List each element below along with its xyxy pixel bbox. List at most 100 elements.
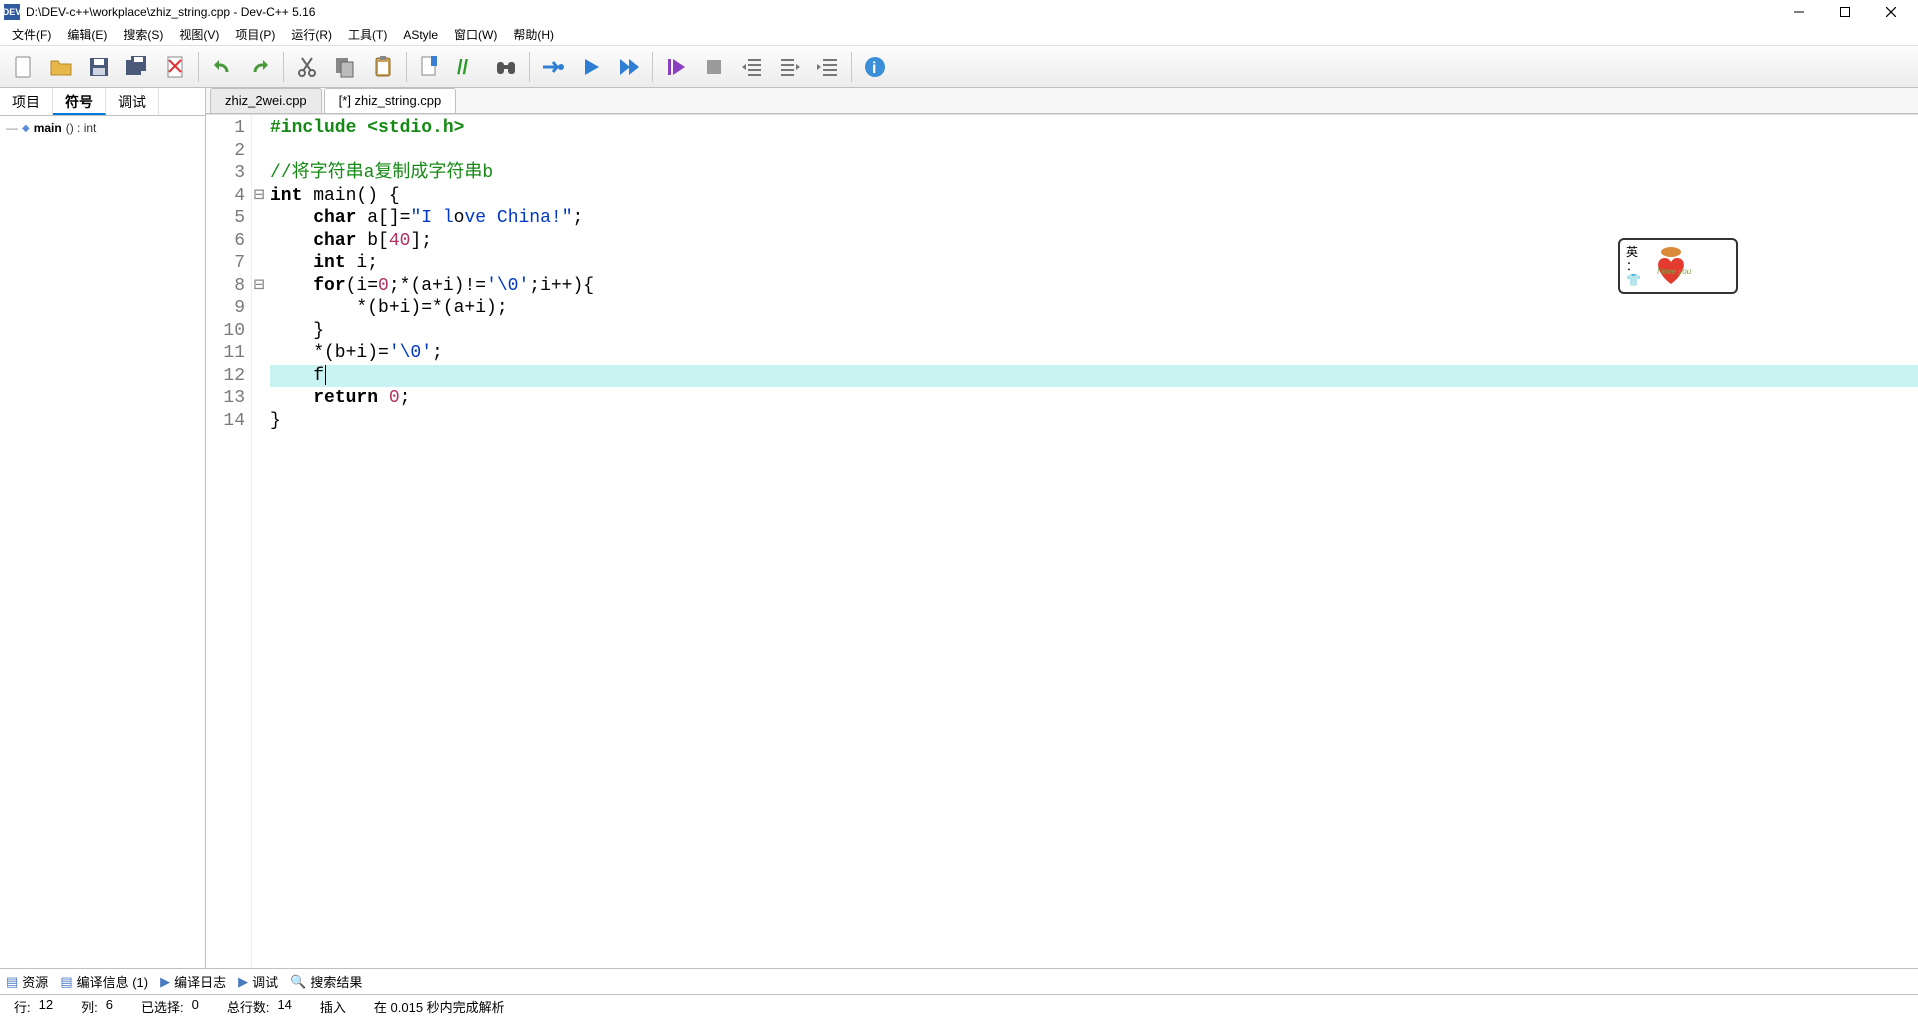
title-bar: DEV D:\DEV-c++\workplace\zhiz_string.cpp…	[0, 0, 1918, 24]
status-sel: 0	[192, 997, 199, 1016]
tree-node-main[interactable]: — ◆ main () : int	[6, 120, 199, 136]
bottom-tab-1[interactable]: ▤ 编译信息 (1)	[60, 972, 148, 991]
menu-bar: 文件(F)编辑(E)搜索(S)视图(V)项目(P)运行(R)工具(T)AStyl…	[0, 24, 1918, 46]
bookmark-icon[interactable]	[411, 48, 449, 86]
paste-icon[interactable]	[364, 48, 402, 86]
bottom-tab-icon: ▶	[160, 974, 170, 990]
compile-icon[interactable]	[534, 48, 572, 86]
toolbar-separator	[529, 52, 530, 82]
status-col-label: 列:	[81, 997, 98, 1016]
menu-item-2[interactable]: 搜索(S)	[115, 24, 171, 45]
file-tabs: zhiz_2wei.cpp[*] zhiz_string.cpp	[206, 88, 1918, 114]
file-tab-1[interactable]: [*] zhiz_string.cpp	[324, 88, 457, 113]
function-icon: ◆	[22, 123, 30, 134]
status-bar: 行:12 列:6 已选择:0 总行数:14 插入 在 0.015 秒内完成解析	[0, 994, 1918, 1018]
comment-icon[interactable]: //	[449, 48, 487, 86]
code-line-1[interactable]: #include <stdio.h>	[270, 117, 1918, 140]
bottom-tab-label: 搜索结果	[310, 972, 362, 991]
status-col: 6	[106, 997, 113, 1016]
menu-item-3[interactable]: 视图(V)	[171, 24, 227, 45]
tree-node-name: main	[34, 121, 62, 135]
bottom-tab-icon: 🔍	[290, 974, 306, 990]
code-line-4[interactable]: int main() {	[270, 185, 1918, 208]
bottom-tab-icon: ▤	[6, 974, 18, 990]
close-button[interactable]	[1868, 0, 1914, 24]
heart-icon: I love you	[1647, 244, 1695, 288]
redo-icon[interactable]	[241, 48, 279, 86]
app-icon: DEV	[4, 4, 20, 20]
toolbar-separator	[851, 52, 852, 82]
indent-icon[interactable]	[809, 48, 847, 86]
side-tab-2[interactable]: 调试	[106, 88, 159, 115]
cut-icon[interactable]	[288, 48, 326, 86]
menu-item-4[interactable]: 项目(P)	[227, 24, 283, 45]
compile-run-icon[interactable]	[610, 48, 648, 86]
new-file-icon[interactable]	[4, 48, 42, 86]
stop-icon[interactable]	[695, 48, 733, 86]
ime-indicator[interactable]: 英 ： 👕 I love you	[1618, 238, 1738, 294]
menu-item-1[interactable]: 编辑(E)	[59, 24, 115, 45]
undo-icon[interactable]	[203, 48, 241, 86]
ime-text: 英 ： 👕	[1626, 245, 1641, 287]
status-row: 12	[39, 997, 53, 1016]
code-line-10[interactable]: }	[270, 320, 1918, 343]
menu-item-8[interactable]: 窗口(W)	[446, 24, 505, 45]
code-line-14[interactable]: }	[270, 410, 1918, 433]
menu-item-7[interactable]: AStyle	[395, 26, 446, 44]
status-total-label: 总行数:	[227, 997, 270, 1016]
file-tab-0[interactable]: zhiz_2wei.cpp	[210, 88, 322, 113]
bottom-tab-label: 调试	[252, 972, 278, 991]
code-line-5[interactable]: char a[]="I love China!";	[270, 207, 1918, 230]
maximize-button[interactable]	[1822, 0, 1868, 24]
side-tab-0[interactable]: 项目	[0, 88, 53, 115]
tree-twisty-icon: —	[6, 121, 18, 135]
window-title: D:\DEV-c++\workplace\zhiz_string.cpp - D…	[26, 5, 1776, 19]
run-icon[interactable]	[572, 48, 610, 86]
menu-item-9[interactable]: 帮助(H)	[505, 24, 562, 45]
bottom-tab-label: 编译信息 (1)	[77, 972, 149, 991]
save-icon[interactable]	[80, 48, 118, 86]
code-line-9[interactable]: *(b+i)=*(a+i);	[270, 297, 1918, 320]
find-icon[interactable]	[487, 48, 525, 86]
toolbar-separator	[198, 52, 199, 82]
code-line-11[interactable]: *(b+i)='\0';	[270, 342, 1918, 365]
svg-text:i: i	[872, 60, 876, 77]
code-line-3[interactable]: //将字符串a复制成字符串b	[270, 162, 1918, 185]
bottom-tab-icon: ▶	[238, 974, 248, 990]
tree-node-signature: () : int	[66, 121, 97, 135]
side-panel: 项目符号调试 — ◆ main () : int	[0, 88, 206, 968]
toolbar-separator	[283, 52, 284, 82]
save-all-icon[interactable]	[118, 48, 156, 86]
bottom-tab-label: 编译日志	[174, 972, 226, 991]
debug-icon[interactable]	[657, 48, 695, 86]
code-line-12[interactable]: f	[270, 365, 1918, 388]
about-icon[interactable]: i	[856, 48, 894, 86]
side-panel-tabs: 项目符号调试	[0, 88, 205, 116]
code-line-13[interactable]: return 0;	[270, 387, 1918, 410]
indent-more-icon[interactable]	[771, 48, 809, 86]
bottom-tab-0[interactable]: ▤资源	[6, 972, 48, 991]
menu-item-0[interactable]: 文件(F)	[4, 24, 59, 45]
indent-less-icon[interactable]	[733, 48, 771, 86]
close-file-icon[interactable]	[156, 48, 194, 86]
status-row-label: 行:	[14, 997, 31, 1016]
toolbar: // i	[0, 46, 1918, 88]
side-tab-1[interactable]: 符号	[53, 88, 106, 115]
bottom-tab-4[interactable]: 🔍搜索结果	[290, 972, 362, 991]
text-caret	[325, 365, 326, 385]
fold-gutter: ⊟ ⊟	[252, 115, 266, 968]
status-sel-label: 已选择:	[141, 997, 184, 1016]
svg-text://: //	[457, 57, 469, 79]
open-file-icon[interactable]	[42, 48, 80, 86]
svg-text:I love you: I love you	[1657, 267, 1692, 276]
symbol-tree[interactable]: — ◆ main () : int	[0, 116, 205, 968]
minimize-button[interactable]	[1776, 0, 1822, 24]
menu-item-6[interactable]: 工具(T)	[340, 24, 395, 45]
menu-item-5[interactable]: 运行(R)	[283, 24, 340, 45]
bottom-tab-icon: ▤	[60, 974, 72, 990]
status-parse: 在 0.015 秒内完成解析	[374, 997, 505, 1016]
bottom-tab-2[interactable]: ▶编译日志	[160, 972, 226, 991]
copy-icon[interactable]	[326, 48, 364, 86]
bottom-tab-3[interactable]: ▶调试	[238, 972, 278, 991]
code-line-2[interactable]	[270, 140, 1918, 163]
